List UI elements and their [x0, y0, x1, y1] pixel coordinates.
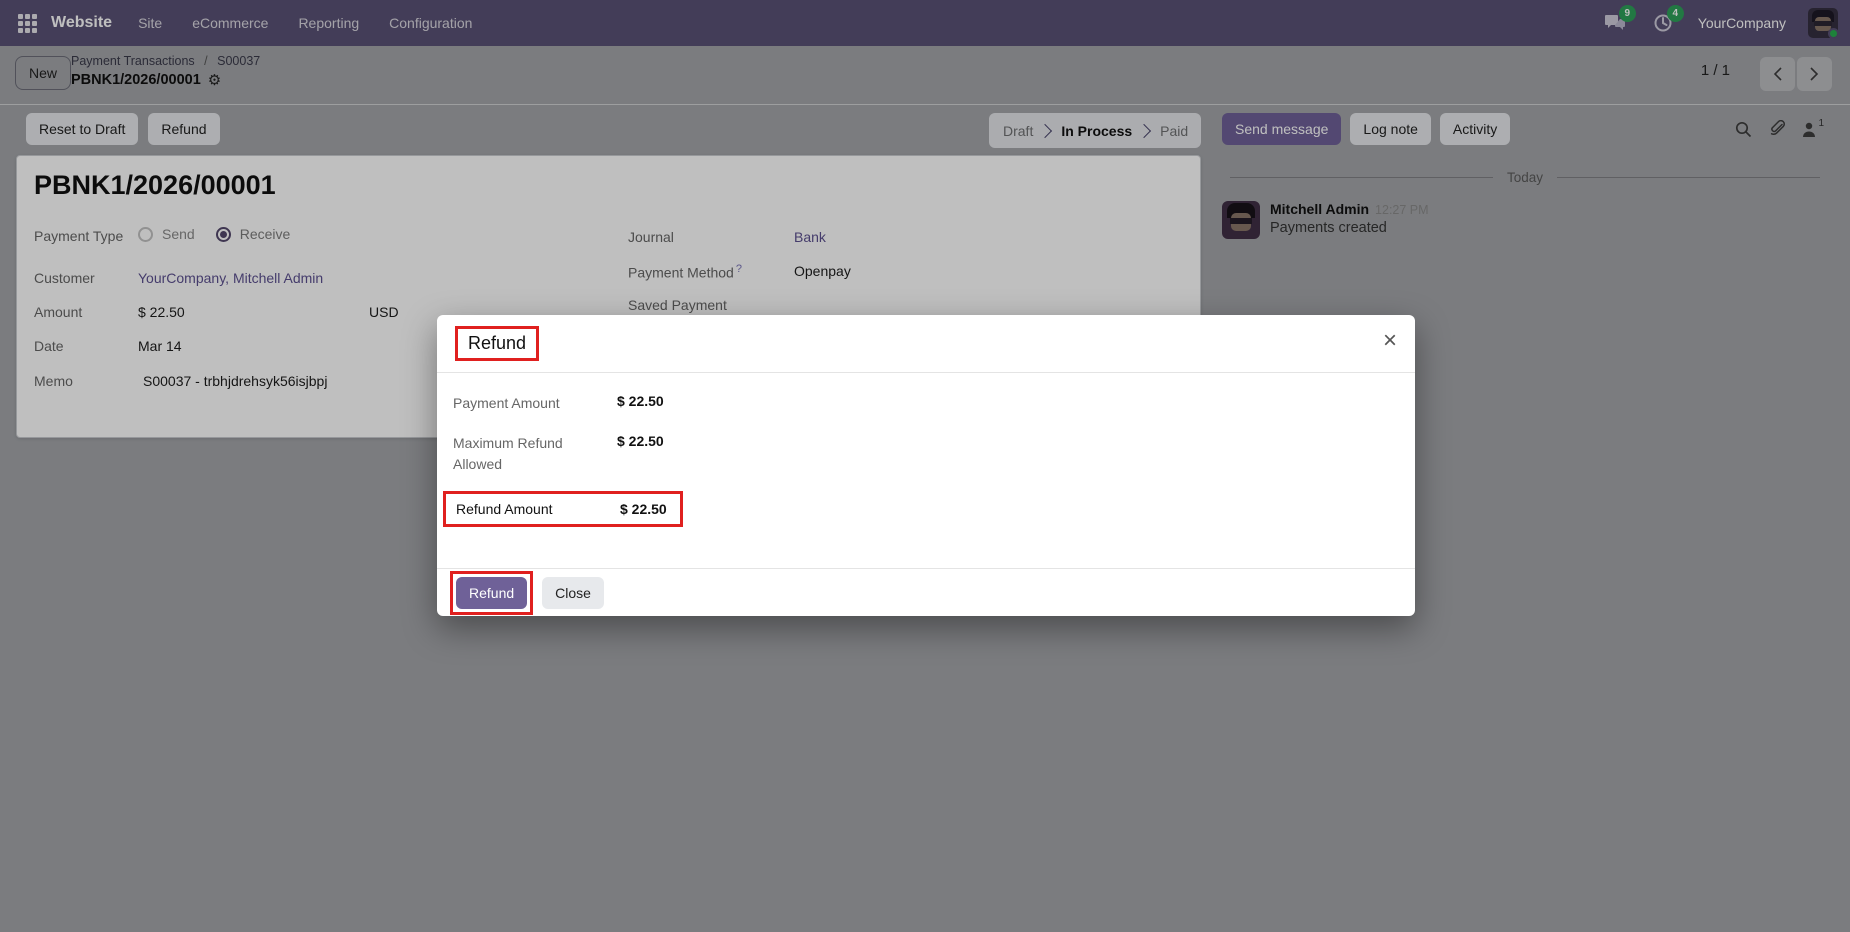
refund-dialog-header: Refund × — [437, 315, 1415, 373]
maximum-refund-allowed-value: $ 22.50 — [617, 433, 664, 450]
maximum-refund-allowed-row: Maximum Refund Allowed $ 22.50 — [453, 433, 873, 474]
refund-amount-input[interactable]: $ 22.50 — [620, 501, 670, 517]
annotation-box-refund-button: Refund — [450, 570, 534, 615]
maximum-refund-allowed-label: Maximum Refund Allowed — [453, 435, 563, 472]
refund-dialog: Refund × Payment Amount $ 22.50 Maximum … — [437, 315, 1415, 616]
refund-dialog-body: Payment Amount $ 22.50 Maximum Refund Al… — [437, 373, 1415, 567]
refund-dialog-title: Refund — [468, 333, 527, 353]
refund-dialog-footer: Refund Close — [437, 568, 1415, 616]
payment-amount-value: $ 22.50 — [617, 393, 664, 409]
annotation-box-refund-amount: Refund Amount $ 22.50 — [443, 490, 683, 527]
screen: Website Site eCommerce Reporting Configu… — [0, 0, 1850, 932]
close-icon[interactable]: × — [1383, 329, 1397, 353]
annotation-box-title: Refund — [455, 326, 540, 361]
refund-confirm-button[interactable]: Refund — [456, 576, 528, 609]
refund-amount-label: Refund Amount — [456, 500, 553, 517]
payment-amount-label: Payment Amount — [453, 395, 560, 411]
close-button[interactable]: Close — [542, 576, 604, 609]
payment-amount-row: Payment Amount $ 22.50 — [453, 393, 873, 413]
